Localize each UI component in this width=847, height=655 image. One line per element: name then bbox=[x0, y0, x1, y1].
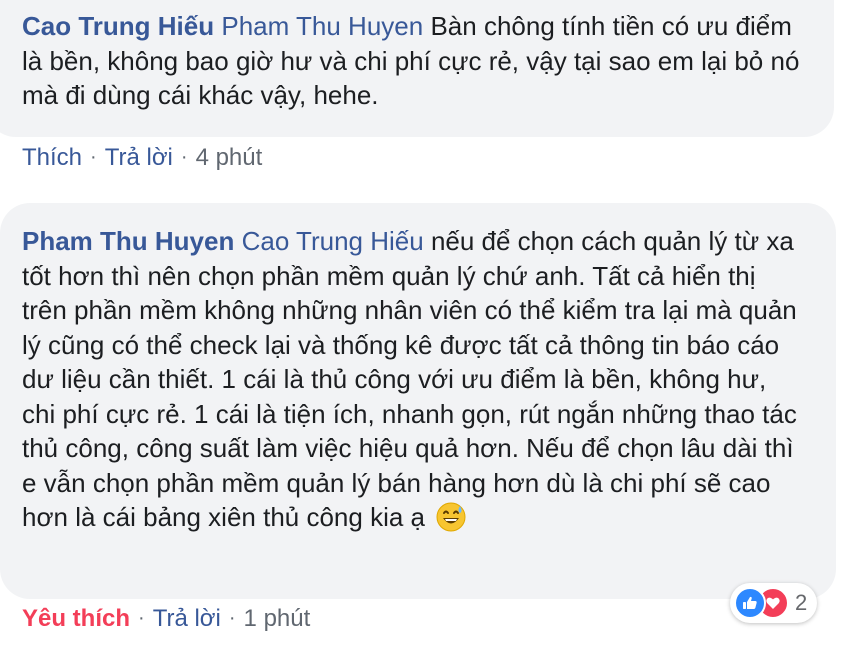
separator-dot: · bbox=[180, 146, 188, 168]
comment-mention[interactable]: Pham Thu Huyen bbox=[221, 11, 423, 41]
reply-link[interactable]: Trả lời bbox=[153, 605, 221, 632]
comment-actions: Thích · Trả lời · 4 phút bbox=[22, 144, 262, 172]
reply-link[interactable]: Trả lời bbox=[105, 144, 173, 171]
comment-mention[interactable]: Cao Trung Hiếu bbox=[242, 226, 424, 256]
comment-actions: Yêu thích · Trả lời · 1 phút bbox=[22, 605, 310, 633]
comment-thread: Cao Trung Hiếu Pham Thu Huyen Bàn chông … bbox=[0, 0, 847, 655]
reaction-count: 2 bbox=[795, 590, 808, 615]
reaction-summary[interactable]: 2 bbox=[730, 583, 818, 623]
comment-timestamp[interactable]: 1 phút bbox=[244, 605, 311, 632]
love-link[interactable]: Yêu thích bbox=[22, 605, 130, 632]
comment-author[interactable]: Cao Trung Hiếu bbox=[22, 11, 214, 41]
like-icon bbox=[734, 587, 766, 619]
comment-timestamp[interactable]: 4 phút bbox=[196, 144, 263, 171]
grinning-sweat-emoji-icon bbox=[436, 502, 466, 541]
separator-dot: · bbox=[90, 146, 97, 168]
comment-author[interactable]: Pham Thu Huyen bbox=[22, 226, 234, 256]
comment-bubble: Cao Trung Hiếu Pham Thu Huyen Bàn chông … bbox=[0, 0, 834, 137]
like-link[interactable]: Thích bbox=[22, 144, 82, 171]
comment-text: nếu để chọn cách quản lý từ xa tốt hơn t… bbox=[22, 226, 797, 532]
comment-bubble: Pham Thu Huyen Cao Trung Hiếu nếu để chọ… bbox=[0, 203, 836, 599]
separator-dot: · bbox=[138, 607, 145, 629]
separator-dot: · bbox=[228, 607, 236, 629]
